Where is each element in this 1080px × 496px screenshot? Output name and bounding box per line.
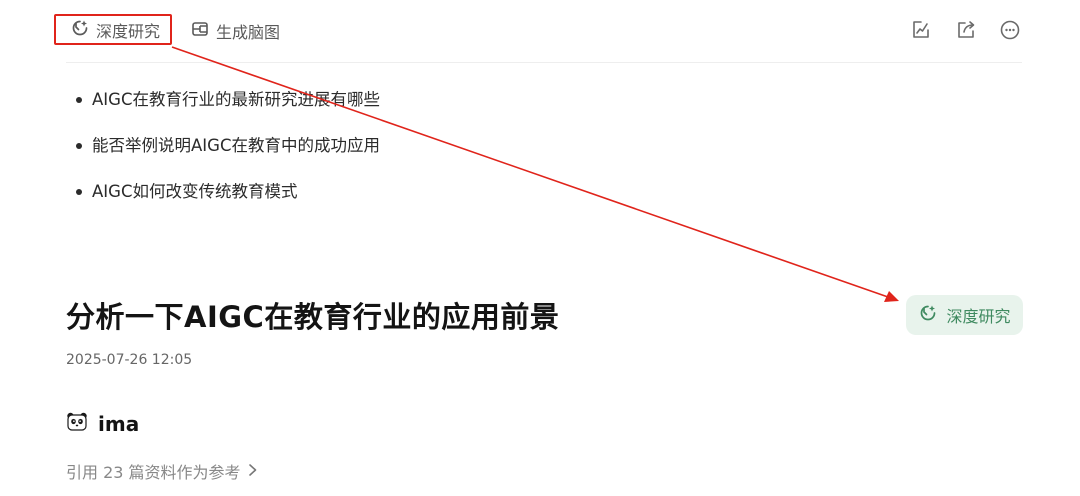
suggested-question[interactable]: AIGC在教育行业的最新研究进展有哪些 — [76, 86, 380, 132]
author-name: ima — [98, 412, 140, 436]
deep-research-pill-label: 深度研究 — [946, 307, 1011, 326]
mind-map-label: 生成脑图 — [216, 23, 281, 42]
references-link[interactable]: 引用 23 篇资料作为参考 — [66, 459, 259, 483]
deep-research-icon — [70, 18, 90, 42]
toolbar: 深度研究 生成脑图 — [0, 0, 1080, 62]
deep-research-label: 深度研究 — [96, 21, 161, 41]
annotation-arrow — [171, 46, 899, 302]
edit-icon — [913, 21, 929, 38]
deep-research-pill-button[interactable]: 深度研究 — [906, 295, 1023, 335]
mind-map-button[interactable]: 生成脑图 — [190, 16, 280, 46]
chevron-right-icon — [247, 462, 259, 481]
suggested-questions: AIGC在教育行业的最新研究进展有哪些 能否举例说明AIGC在教育中的成功应用 … — [76, 86, 380, 224]
edit-button[interactable] — [909, 18, 933, 42]
share-button[interactable] — [954, 18, 978, 42]
mind-map-icon — [190, 19, 210, 43]
deep-research-button[interactable]: 深度研究 — [54, 14, 172, 45]
more-button[interactable] — [998, 18, 1022, 42]
answer-author: ima — [66, 412, 139, 436]
toolbar-divider — [66, 62, 1022, 63]
more-icon — [1000, 20, 1020, 40]
query-title: 分析一下AIGC在教育行业的应用前景 — [66, 300, 560, 334]
suggested-question[interactable]: AIGC如何改变传统教育模式 — [76, 178, 380, 224]
deep-research-icon — [918, 303, 938, 327]
query-timestamp: 2025-07-26 12:05 — [66, 352, 193, 368]
references-label: 引用 23 篇资料作为参考 — [66, 463, 241, 482]
suggested-question[interactable]: 能否举例说明AIGC在教育中的成功应用 — [76, 132, 380, 178]
panda-avatar-icon — [66, 412, 88, 436]
share-icon — [958, 21, 975, 38]
